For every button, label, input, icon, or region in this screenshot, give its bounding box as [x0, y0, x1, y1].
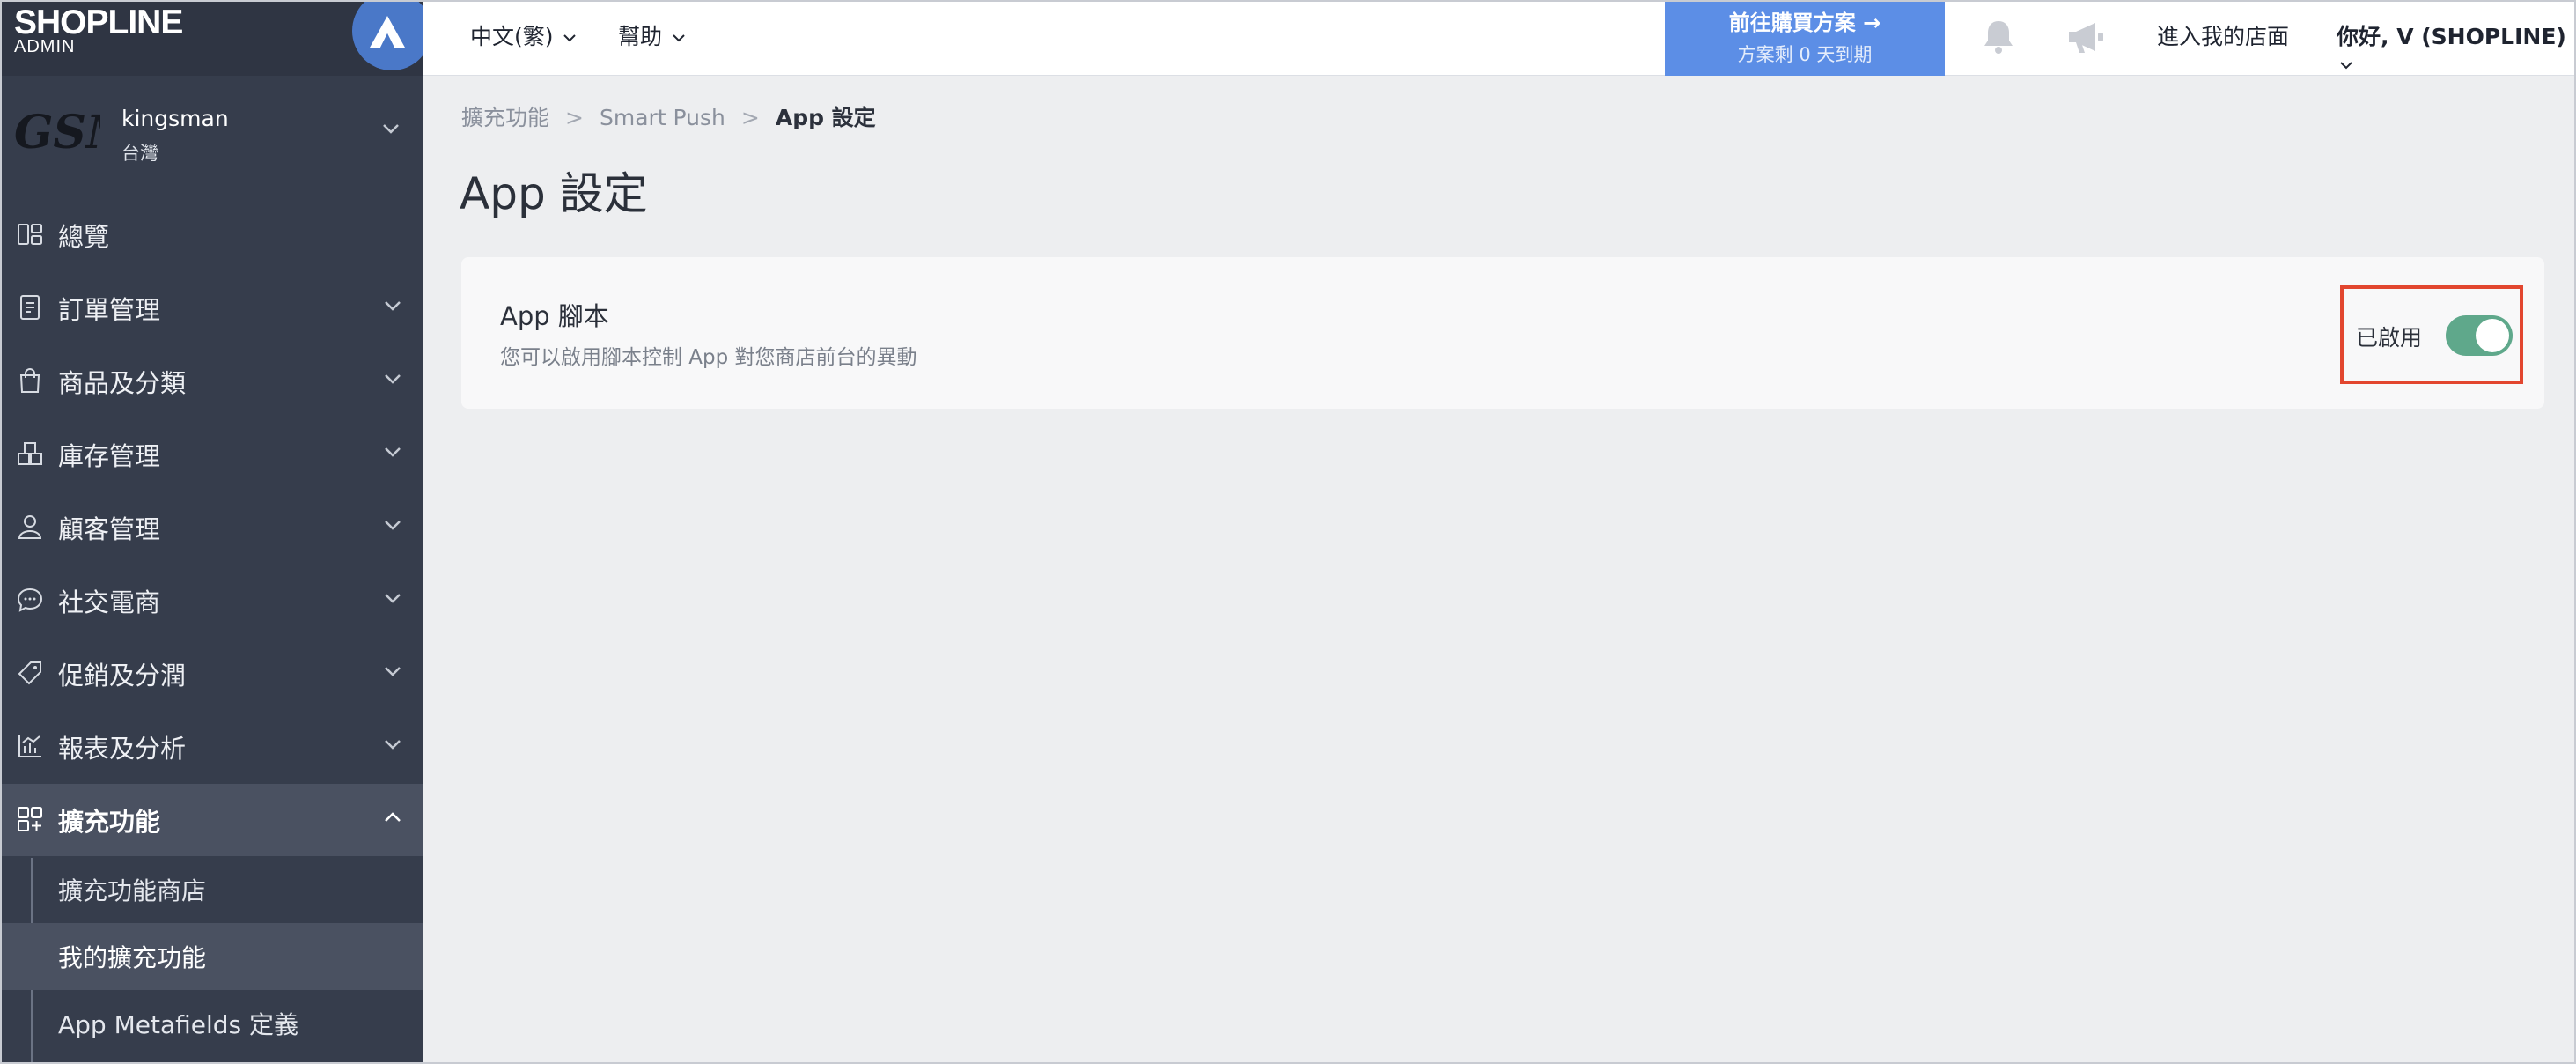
sidebar-subitem-label: App Metafields 定義 [58, 1010, 299, 1039]
language-selector[interactable]: 中文(繁) [470, 19, 577, 51]
sidebar-subitem-label: 擴充功能商店 [58, 876, 207, 905]
sidebar-item-inventory[interactable]: 庫存管理 [0, 418, 423, 491]
sidebar-subitem-app-store[interactable]: 擴充功能商店 [0, 856, 423, 923]
sidebar-item-label: 商品及分類 [58, 368, 187, 398]
sidebar-item-label: 顧客管理 [58, 514, 161, 544]
sidebar-item-promotions[interactable]: 促銷及分潤 [0, 638, 423, 710]
breadcrumb-item-smart-push[interactable]: Smart Push [600, 105, 725, 130]
chat-icon [17, 587, 43, 612]
chevron-down-icon [385, 740, 401, 750]
buy-plan-title: 前往購買方案 → [1728, 11, 1881, 35]
sidebar-item-products[interactable]: 商品及分類 [0, 345, 423, 417]
sidebar-item-apps[interactable]: 擴充功能 [0, 784, 423, 856]
chevron-down-icon [673, 33, 685, 41]
sidebar-item-label: 庫存管理 [58, 441, 161, 471]
sidebar-item-label: 社交電商 [58, 587, 161, 617]
user-menu[interactable]: 你好, V (SHOPLINE) [2337, 19, 2576, 77]
logo-bar: SHOPLINE ADMIN [0, 0, 431, 76]
visit-store-link[interactable]: 進入我的店面 [2157, 19, 2289, 51]
chevron-down-icon [383, 124, 399, 134]
sidebar-item-customers[interactable]: 顧客管理 [0, 491, 423, 564]
apps-icon [18, 807, 42, 831]
bell-icon[interactable] [1979, 18, 2018, 56]
chevron-down-icon [385, 301, 401, 311]
chevron-down-icon [385, 594, 401, 603]
chevron-up-icon [385, 812, 401, 822]
sidebar-item-label: 擴充功能 [58, 807, 161, 837]
store-region: 台灣 [121, 143, 158, 164]
user-greeting: 你好, V (SHOPLINE) [2337, 24, 2566, 49]
chevron-down-icon [385, 374, 401, 384]
store-name: kingsman [121, 106, 229, 131]
help-menu[interactable]: 幫助 [618, 19, 685, 51]
breadcrumb: 擴充功能 > Smart Push > App 設定 [461, 100, 876, 132]
sidebar-item-label: 訂單管理 [58, 295, 161, 325]
dashboard-icon [18, 224, 42, 245]
breadcrumb-separator-icon: > [740, 105, 760, 130]
sidebar-subitem-my-apps[interactable]: 我的擴充功能 [0, 923, 423, 990]
sidebar-item-label: 促銷及分潤 [58, 661, 187, 691]
inventory-icon [18, 442, 42, 465]
bag-icon [19, 368, 40, 393]
store-logo: GSM [14, 106, 100, 159]
top-bar: 中文(繁) 幫助 前往購買方案 → 方案剩 0 天到期 進入我的店面 你好, V… [423, 0, 2576, 76]
sidebar-item-overview[interactable]: 總覽 [0, 199, 423, 271]
megaphone-icon[interactable] [2065, 18, 2106, 56]
card-description: 您可以啟用腳本控制 App 對您商店前台的異動 [500, 346, 917, 369]
card-title: App 腳本 [500, 301, 609, 331]
sidebar-item-label: 總覽 [58, 222, 110, 252]
sidebar-item-reports[interactable]: 報表及分析 [0, 711, 423, 783]
breadcrumb-item-apps[interactable]: 擴充功能 [461, 105, 549, 130]
toggle-status-label: 已啟用 [2356, 325, 2423, 351]
toggle-highlight-box: 已啟用 [2340, 285, 2523, 384]
sidebar-subitem-label: 我的擴充功能 [58, 943, 207, 972]
plan-remaining-days: 方案剩 0 天到期 [1737, 44, 1873, 65]
language-label: 中文(繁) [470, 24, 554, 49]
user-icon [18, 515, 42, 539]
store-switcher[interactable]: GSM kingsman 台灣 [0, 85, 423, 187]
toggle-knob [2476, 319, 2509, 352]
tag-icon [18, 661, 41, 685]
sidebar-item-social-commerce[interactable]: 社交電商 [0, 565, 423, 637]
shopline-mark-icon[interactable] [352, 0, 431, 70]
chevron-down-icon [385, 521, 401, 530]
help-label: 幫助 [618, 24, 663, 49]
app-script-toggle[interactable] [2446, 315, 2513, 356]
chart-icon [18, 735, 41, 757]
breadcrumb-item-current: App 設定 [775, 105, 876, 130]
sidebar-item-orders[interactable]: 訂單管理 [0, 272, 423, 344]
breadcrumb-separator-icon: > [565, 105, 584, 130]
sidebar-subitem-app-metafields[interactable]: App Metafields 定義 [0, 990, 423, 1057]
brand-subtitle: ADMIN [14, 37, 76, 56]
chevron-down-icon [2340, 61, 2352, 69]
page-title: App 設定 [460, 168, 648, 219]
chevron-down-icon [385, 447, 401, 457]
app-script-card: App 腳本 您可以啟用腳本控制 App 對您商店前台的異動 [461, 257, 2544, 409]
chevron-down-icon [385, 667, 401, 676]
sidebar: SHOPLINE ADMIN GSM kingsman 台灣 總覽 訂單管理 商… [0, 0, 431, 1064]
sidebar-item-label: 報表及分析 [58, 734, 187, 764]
orders-icon [20, 295, 40, 320]
buy-plan-button[interactable]: 前往購買方案 → 方案剩 0 天到期 [1665, 0, 1945, 76]
chevron-down-icon [563, 33, 577, 41]
